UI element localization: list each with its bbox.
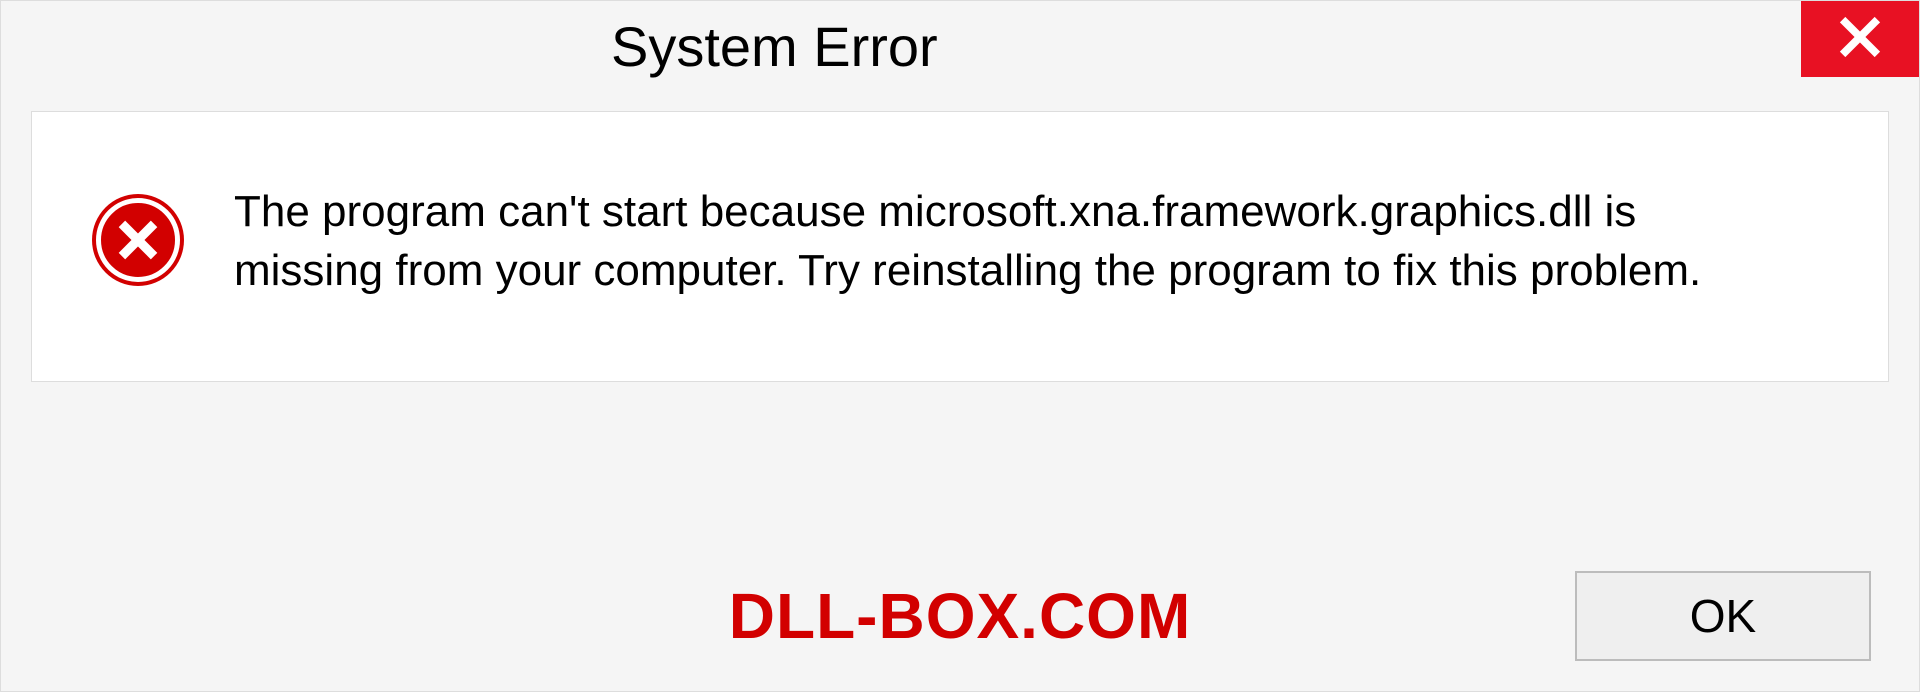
ok-button[interactable]: OK <box>1575 571 1871 661</box>
close-button[interactable] <box>1801 1 1919 77</box>
error-message: The program can't start because microsof… <box>234 182 1754 301</box>
titlebar: System Error <box>1 1 1919 91</box>
watermark-text: DLL-BOX.COM <box>729 579 1192 653</box>
error-icon <box>92 194 184 286</box>
close-icon <box>1838 15 1882 64</box>
dialog-title: System Error <box>611 14 938 79</box>
dialog-footer: DLL-BOX.COM OK <box>1 541 1919 691</box>
error-dialog: System Error The program can't start bec… <box>0 0 1920 692</box>
content-panel: The program can't start because microsof… <box>31 111 1889 382</box>
